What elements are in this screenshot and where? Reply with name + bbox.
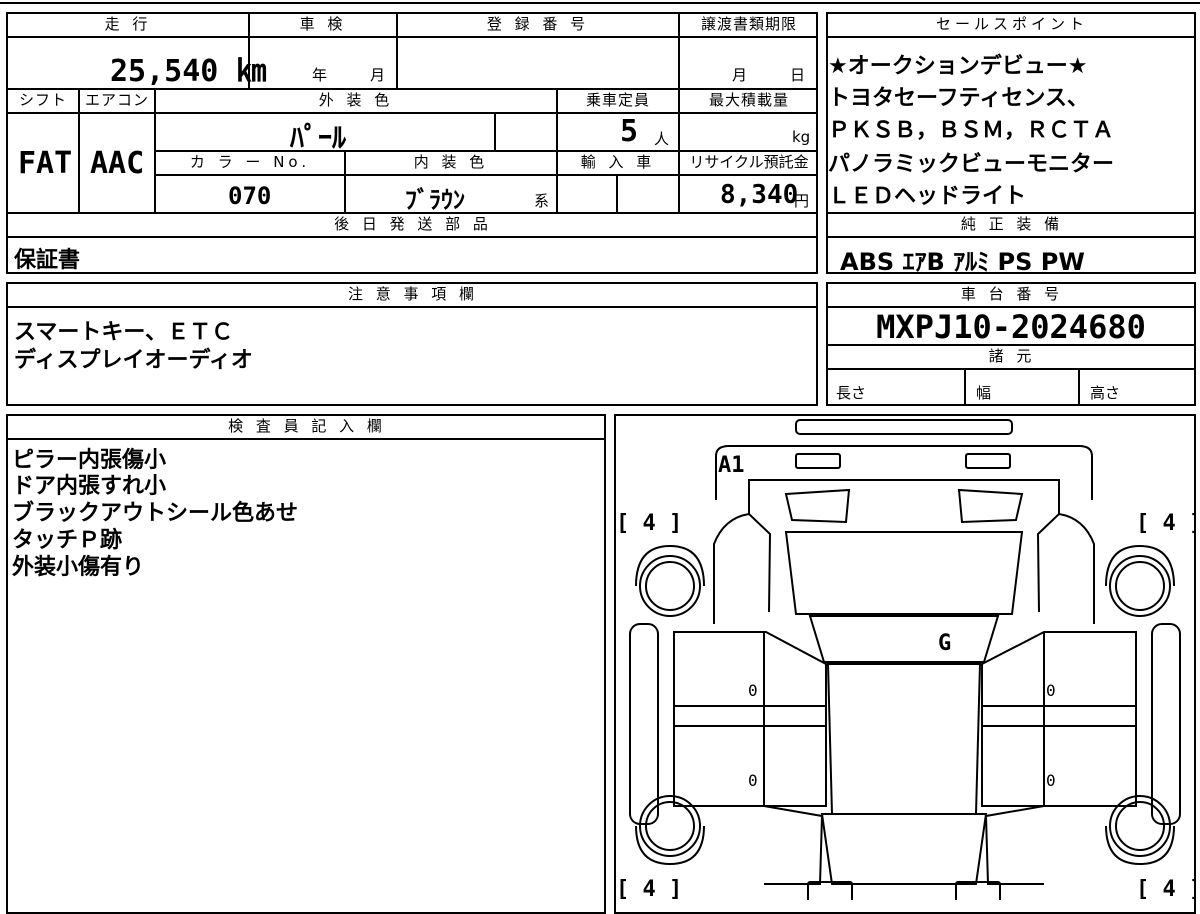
mileage-value: 25,540 ㎞	[110, 54, 267, 89]
max-load-unit: kg	[792, 128, 811, 146]
tire-grade-rear-right: [ 4 ]	[1136, 877, 1196, 900]
color-no-label: カ ラ ー No.	[189, 153, 311, 171]
car-diagram: A1 G 0 0 0 0 [ 4 ] [ 4 ] [ 4 ] [ 4 ]	[616, 419, 1196, 900]
inspector-label: 検 査 員 記 入 欄	[228, 417, 386, 435]
capacity-unit: 人	[654, 130, 670, 148]
top-strip	[0, 0, 1200, 4]
inspector-line: 外装小傷有り	[12, 555, 145, 580]
damage-mark-zero: 0	[1046, 771, 1056, 790]
later-parts-label: 後 日 発 送 部 品	[334, 215, 492, 233]
recycle-value: 8,340	[720, 180, 799, 210]
mileage-label: 走 行	[104, 15, 152, 33]
tire-grade-rear-left: [ 4 ]	[616, 877, 682, 900]
damage-mark-zero: 0	[1046, 681, 1056, 700]
damage-mark-zero: 0	[748, 681, 758, 700]
later-parts-value: 保証書	[14, 248, 81, 273]
inspection-label: 車 検	[299, 15, 347, 33]
transfer-day: 日	[790, 66, 806, 84]
interior-color-label: 内 装 色	[413, 153, 489, 171]
damage-mark-zero: 0	[748, 771, 758, 790]
width-label: 幅	[976, 384, 992, 402]
sales-point-line: ＬＥＤヘッドライト	[828, 184, 1027, 209]
genuine-equipment-label: 純 正 装 備	[960, 215, 1064, 233]
recycle-unit: 円	[794, 192, 810, 210]
sales-point-line: パノラミックビューモニター	[828, 152, 1115, 177]
inspection-year: 年	[312, 66, 328, 84]
length-label: 長さ	[836, 384, 867, 402]
sales-point-line: ＰＫＳＢ，ＢＳＭ，ＲＣＴＡ	[828, 118, 1115, 143]
sales-point-line: トヨタセーフティセンス、	[828, 86, 1089, 111]
notes-label: 注 意 事 項 欄	[347, 285, 479, 303]
sales-point-line: ★オークションデビュー★	[828, 54, 1088, 79]
inspection-month: 月	[370, 66, 386, 84]
import-label: 輸 入 車	[580, 153, 656, 171]
notes-line: ディスプレイオーディオ	[14, 348, 253, 373]
shift-label: シフト	[18, 91, 67, 109]
tire-grade-front-right: [ 4 ]	[1136, 511, 1196, 536]
shift-value: FAT	[18, 146, 73, 181]
specs-label: 諸 元	[988, 347, 1036, 365]
recycle-label: リサイクル預託金	[689, 153, 809, 171]
chassis-number: MXPJ10-2024680	[876, 308, 1146, 346]
damage-mark-g: G	[938, 631, 951, 656]
ac-value: AAC	[90, 146, 145, 181]
tire-grade-front-left: [ 4 ]	[616, 511, 682, 536]
exterior-color-label: 外 装 色	[318, 91, 394, 109]
interior-color-value: ﾌﾞﾗｳﾝ	[405, 186, 465, 214]
color-no-value: 070	[228, 182, 272, 210]
height-label: 高さ	[1090, 384, 1121, 402]
capacity-value: 5	[620, 114, 639, 149]
genuine-equipment-value: ABS ｴｱB ｱﾙﾐ PS PW	[840, 248, 1085, 276]
transfer-deadline-label: 譲渡書類期限	[700, 15, 797, 33]
capacity-label: 乗車定員	[585, 91, 650, 109]
registration-label: 登 録 番 号	[486, 15, 590, 33]
damage-mark-a1: A1	[718, 453, 745, 478]
interior-color-suffix: 系	[534, 192, 550, 210]
chassis-label: 車 台 番 号	[960, 285, 1064, 303]
exterior-color-value: ﾊﾟｰﾙ	[290, 121, 347, 154]
ac-label: エアコン	[84, 91, 149, 109]
transfer-month: 月	[732, 66, 748, 84]
sales-points-label: セールスポイント	[935, 15, 1088, 33]
max-load-label: 最大積載量	[708, 91, 789, 109]
